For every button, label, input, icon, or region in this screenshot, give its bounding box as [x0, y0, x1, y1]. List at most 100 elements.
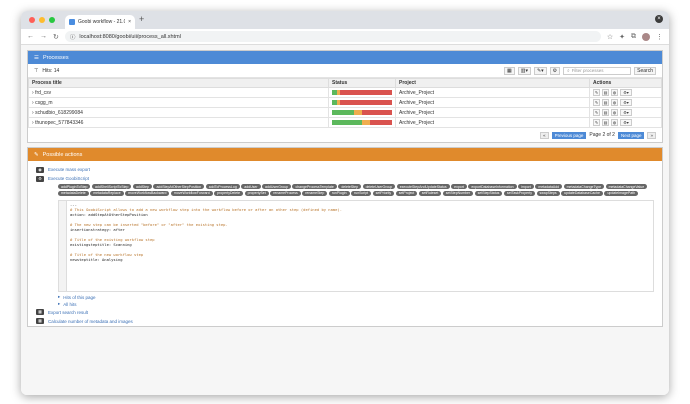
hits-of-page-link[interactable]: ▸ Hits of this page: [28, 294, 662, 301]
globe-icon[interactable]: ◍: [611, 99, 618, 106]
kebab-menu-icon[interactable]: ⋮: [656, 33, 663, 41]
process-title-cell[interactable]: › frd_csv: [28, 87, 329, 98]
goobiscript-chip[interactable]: updateDatabaseCache: [561, 190, 603, 196]
process-title-cell[interactable]: › schudbio_618299084: [28, 107, 329, 118]
filter-icon: ⊤: [34, 67, 39, 74]
goobiscript-chip[interactable]: propertySet: [244, 190, 269, 196]
goobiscript-chip[interactable]: import: [518, 184, 534, 189]
goobiscript-chip[interactable]: setProject: [395, 190, 418, 196]
edit-icon[interactable]: ✎: [593, 89, 600, 96]
globe-icon[interactable]: ◍: [611, 109, 618, 116]
goobiscript-chip[interactable]: addPluginToStep: [58, 184, 91, 189]
grid-view-button[interactable]: ▦: [504, 66, 515, 75]
globe-icon[interactable]: ◍: [611, 89, 618, 96]
all-hits-link[interactable]: ▸ All hits: [28, 301, 662, 308]
settings-button[interactable]: ⚙: [549, 66, 561, 75]
goobiscript-chip[interactable]: swapSteps: [536, 190, 560, 196]
status-segment: [340, 90, 392, 95]
goobiscript-chip[interactable]: addStep: [132, 184, 152, 189]
reload-icon[interactable]: ↻: [53, 33, 59, 41]
goobiscript-chip[interactable]: renameStep: [302, 190, 328, 196]
goobiscript-chip[interactable]: addUser: [241, 184, 261, 189]
goobiscript-chip[interactable]: updateImagePath: [604, 190, 639, 196]
extension-icon[interactable]: ✦: [619, 33, 625, 41]
process-title-cell[interactable]: › thunopec_577843346: [28, 117, 329, 128]
last-page-button[interactable]: »: [647, 131, 656, 139]
forward-icon[interactable]: →: [40, 33, 47, 40]
calculate-action[interactable]: ▦ Calculate number of metadata and image…: [28, 317, 662, 326]
goobiscript-chip[interactable]: runScript: [351, 190, 372, 196]
goobiscript-chip[interactable]: export: [451, 184, 467, 189]
goobiscript-chip[interactable]: addUserGroup: [262, 184, 291, 189]
goobiscript-chip[interactable]: metadataAdd: [535, 184, 563, 189]
toolbar-right: ▦ ▥▾ ✎▾ ⚙ ⌕ Filter processes Search: [504, 66, 656, 75]
table-row[interactable]: › csgg_m Archive_Project ✎ ▤ ◍ ⚙▾: [28, 97, 662, 108]
back-icon[interactable]: ←: [27, 33, 34, 40]
table-row[interactable]: › thunopec_577843346 Archive_Project ✎ ▤ ◍ ⚙▾: [28, 117, 662, 128]
close-window-button[interactable]: [29, 17, 35, 23]
table-row[interactable]: › schudbio_618299084 Archive_Project ✎ ▤ ◍ ⚙▾: [28, 107, 662, 118]
edit-icon[interactable]: ✎: [593, 109, 600, 116]
tab-close-icon[interactable]: ×: [128, 19, 131, 25]
goobiscript-editor[interactable]: --- # This GoobiScript allows to add a ne…: [58, 199, 654, 292]
previous-page-button[interactable]: Previous page: [551, 131, 587, 139]
goobiscript-chip[interactable]: setRuleset: [418, 190, 442, 196]
goobiscript-chip[interactable]: executeStepAndUpdateStatus: [396, 184, 450, 189]
tasks-icon[interactable]: ▤: [602, 89, 609, 96]
goobiscript-chip[interactable]: setStepStatus: [474, 190, 503, 196]
filter-input[interactable]: ⌕ Filter processes: [563, 66, 632, 75]
maximize-window-button[interactable]: [49, 17, 55, 23]
table-row[interactable]: › frd_csv Archive_Project ✎ ▤ ◍ ⚙▾: [28, 87, 662, 98]
col-process-title[interactable]: Process title: [28, 78, 329, 88]
goobiscript-chip[interactable]: exportDatabaseInformation: [468, 184, 517, 189]
goobiscript-chip[interactable]: setTaskProperty: [503, 190, 536, 196]
bookmark-star-icon[interactable]: ☆: [607, 33, 613, 41]
first-page-button[interactable]: «: [540, 131, 549, 139]
goobiscript-chip[interactable]: metadataDelete: [58, 190, 89, 196]
browser-tab[interactable]: Goobi workflow - 21.06-dev ×: [65, 15, 135, 29]
globe-icon[interactable]: ◍: [611, 119, 618, 126]
goobiscript-chip[interactable]: renameProcess: [270, 190, 301, 196]
goobiscript-chip[interactable]: addShellScriptToStep: [91, 184, 132, 189]
process-title-cell[interactable]: › csgg_m: [28, 97, 329, 108]
address-bar[interactable]: ⓘ localhost:8080/goobi/uii/process_all.x…: [64, 31, 601, 42]
goobiscript-chip[interactable]: addToProcessLog: [205, 184, 240, 189]
col-project[interactable]: Project: [395, 78, 590, 88]
more-menu-icon[interactable]: ⚙▾: [620, 109, 632, 116]
mass-export-action[interactable]: ◉ Execute mass export: [28, 165, 662, 174]
goobiscript-chip[interactable]: addStepAtOtherStepPosition: [153, 184, 205, 189]
browser-menu-icon[interactable]: ×: [655, 15, 663, 23]
goobiscript-chip[interactable]: deleteUserGroup: [362, 184, 396, 189]
columns-button[interactable]: ▥▾: [517, 66, 531, 75]
export-search-action[interactable]: ▦ Export search result: [28, 308, 662, 317]
tasks-icon[interactable]: ▤: [602, 109, 609, 116]
edit-icon[interactable]: ✎: [593, 119, 600, 126]
goobiscript-chip[interactable]: metadataChangeValue: [605, 184, 648, 189]
more-menu-icon[interactable]: ⚙▾: [620, 99, 632, 106]
goobiscript-chip[interactable]: propertyDelete: [214, 190, 244, 196]
edit-icon[interactable]: ✎: [593, 99, 600, 106]
goobiscript-chip[interactable]: runPlugin: [328, 190, 350, 196]
goobiscript-chip[interactable]: setPriority: [372, 190, 395, 196]
goobiscript-chip[interactable]: setStepNumber: [442, 190, 474, 196]
puzzle-icon[interactable]: ⧉: [631, 33, 636, 41]
more-menu-icon[interactable]: ⚙▾: [620, 119, 632, 126]
goobiscript-chip[interactable]: metadataChangeType: [563, 184, 605, 189]
new-tab-button[interactable]: +: [139, 14, 144, 24]
minimize-window-button[interactable]: [39, 17, 45, 23]
goobiscript-chip[interactable]: deleteStep: [338, 184, 362, 189]
goobiscript-chip[interactable]: moveWorkflowBackward: [125, 190, 170, 196]
goobiscript-chip[interactable]: moveWorkflowForward: [170, 190, 213, 196]
goobiscript-action[interactable]: ⚙ Execute GoobiScript: [28, 174, 662, 183]
tasks-icon[interactable]: ▤: [602, 119, 609, 126]
col-status[interactable]: Status: [328, 78, 396, 88]
goobiscript-chip[interactable]: changeProcessTemplate: [292, 184, 337, 189]
sub-icon: ▸: [58, 301, 61, 306]
tasks-icon[interactable]: ▤: [602, 99, 609, 106]
avatar[interactable]: [642, 32, 650, 41]
goobiscript-chip[interactable]: metadataReplace: [90, 190, 124, 196]
more-menu-icon[interactable]: ⚙▾: [620, 89, 632, 96]
next-page-button[interactable]: Next page: [617, 131, 645, 139]
search-button[interactable]: Search: [634, 66, 656, 75]
tools-button[interactable]: ✎▾: [533, 66, 547, 75]
